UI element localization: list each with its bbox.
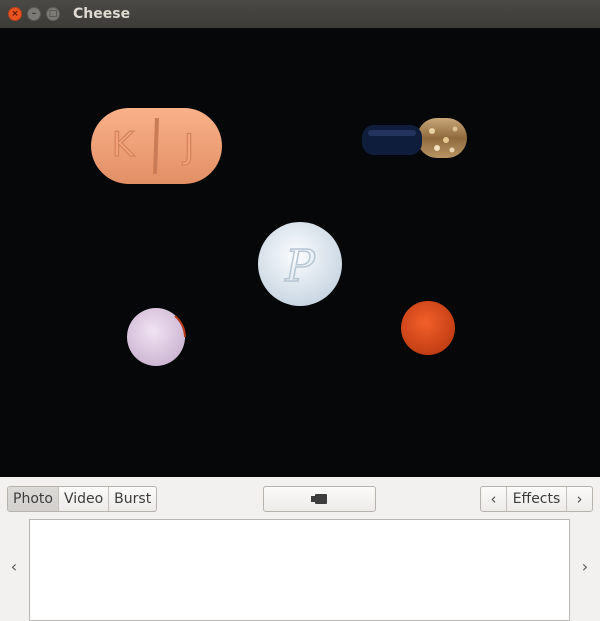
- maximize-button[interactable]: □: [46, 7, 60, 21]
- burst-mode-button[interactable]: Burst: [109, 487, 156, 511]
- camera-preview: K J P: [0, 28, 600, 477]
- pill-imprint-j: J: [182, 127, 194, 167]
- photo-mode-button[interactable]: Photo: [8, 487, 59, 511]
- thumbnail-strip: ‹ ›: [0, 519, 600, 621]
- window-title: Cheese: [73, 6, 131, 22]
- minimize-icon: –: [31, 9, 37, 19]
- thumbnails-next-button[interactable]: ›: [578, 557, 592, 576]
- effects-prev-button[interactable]: ‹: [481, 487, 507, 511]
- effects-button[interactable]: Effects: [507, 487, 566, 511]
- camera-icon: [311, 494, 327, 504]
- orange-oblong-pill: K J: [91, 108, 222, 184]
- effects-control: ‹ Effects ›: [480, 486, 593, 512]
- minimize-button[interactable]: –: [27, 7, 41, 21]
- toolbar: Photo Video Burst ‹ Effects ›: [0, 477, 600, 519]
- pill-imprint-k: K: [112, 125, 136, 165]
- close-button[interactable]: ×: [8, 7, 22, 21]
- white-round-pill: P: [258, 222, 342, 306]
- title-bar: × – □ Cheese: [0, 0, 600, 28]
- thumbnails-prev-button[interactable]: ‹: [7, 557, 21, 576]
- red-round-pill: [401, 301, 455, 355]
- close-icon: ×: [11, 9, 19, 19]
- pills-scene: K J P: [91, 108, 467, 366]
- mode-switcher: Photo Video Burst: [7, 486, 158, 512]
- capsule-pill: [362, 118, 467, 158]
- round-pill-imprint: P: [284, 241, 316, 292]
- take-photo-button[interactable]: [263, 486, 376, 512]
- effects-next-button[interactable]: ›: [566, 487, 592, 511]
- pink-round-pill: [127, 308, 186, 366]
- thumbnail-list[interactable]: [29, 519, 570, 621]
- video-mode-button[interactable]: Video: [59, 487, 110, 511]
- maximize-icon: □: [48, 9, 58, 19]
